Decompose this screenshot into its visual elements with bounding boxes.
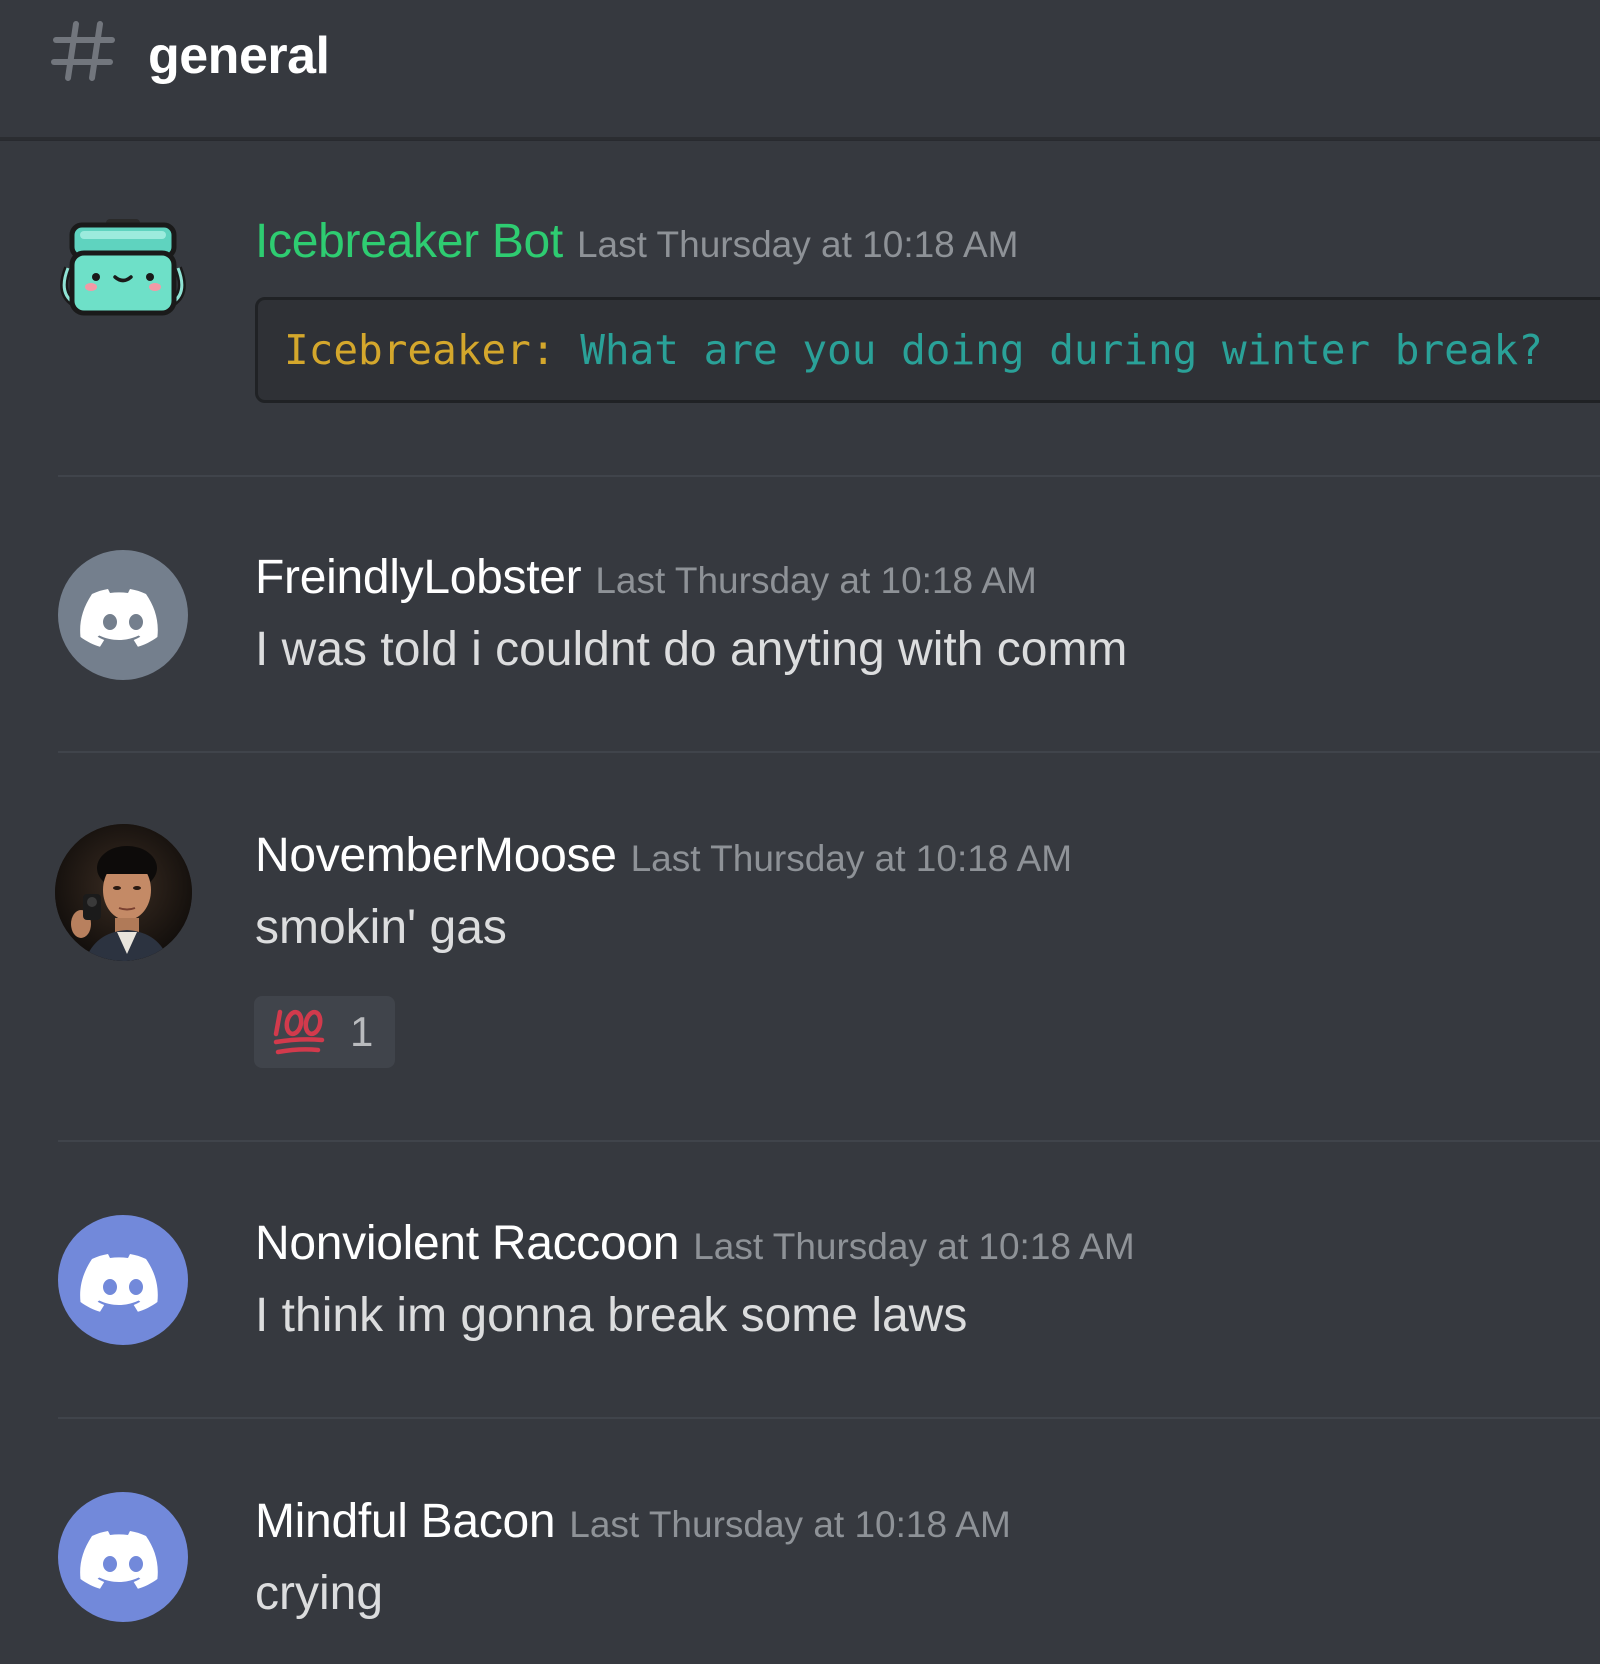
discord-logo-icon	[80, 1254, 158, 1312]
message-divider	[58, 1140, 1600, 1142]
username[interactable]: Mindful Bacon	[255, 1495, 556, 1548]
hash-icon	[51, 21, 115, 81]
message-content: I was told i couldnt do anyting with com…	[255, 623, 1128, 676]
message-divider	[58, 1417, 1600, 1419]
username[interactable]: NovemberMoose	[255, 829, 617, 882]
username[interactable]: Icebreaker Bot	[255, 215, 563, 268]
avatar[interactable]	[58, 213, 188, 343]
message-divider	[58, 751, 1600, 753]
discord-logo-icon	[80, 589, 158, 647]
message-header: Icebreaker Bot Last Thursday at 10:18 AM	[255, 214, 1019, 273]
chat-view: general Icebreaker Bot Last Thursday at …	[0, 0, 1600, 1664]
timestamp[interactable]: Last Thursday at 10:18 AM	[569, 1504, 1011, 1545]
reaction-count: 1	[350, 1008, 374, 1055]
timestamp[interactable]: Last Thursday at 10:18 AM	[577, 224, 1019, 265]
code-key: Icebreaker:	[284, 326, 556, 374]
message-content: I think im gonna break some laws	[255, 1289, 968, 1342]
message-header: NovemberMoose Last Thursday at 10:18 AM	[255, 828, 1072, 887]
reaction-button[interactable]: 1	[254, 996, 395, 1068]
message-header: FreindlyLobster Last Thursday at 10:18 AM	[255, 550, 1037, 609]
message-divider	[58, 475, 1600, 477]
channel-name: general	[148, 27, 330, 85]
avatar[interactable]	[58, 1215, 188, 1345]
avatar[interactable]	[55, 824, 192, 961]
discord-logo-icon	[80, 1531, 158, 1589]
timestamp[interactable]: Last Thursday at 10:18 AM	[631, 838, 1073, 879]
message-header: Nonviolent Raccoon Last Thursday at 10:18…	[255, 1216, 1135, 1275]
avatar[interactable]	[58, 1492, 188, 1622]
message-header: Mindful Bacon Last Thursday at 10:18 AM	[255, 1494, 1011, 1553]
channel-header: general	[0, 0, 1600, 140]
avatar[interactable]	[58, 550, 188, 680]
message-content: crying	[255, 1567, 384, 1620]
code-value: What are you doing during winter break?	[580, 326, 1543, 374]
username[interactable]: FreindlyLobster	[255, 551, 582, 604]
timestamp[interactable]: Last Thursday at 10:18 AM	[693, 1226, 1135, 1267]
username[interactable]: Nonviolent Raccoon	[255, 1217, 679, 1270]
icebreaker-cooler-avatar-icon	[60, 219, 186, 316]
hundred-points-icon	[273, 1009, 325, 1055]
message-content: smokin' gas	[255, 901, 507, 954]
timestamp[interactable]: Last Thursday at 10:18 AM	[595, 560, 1037, 601]
code-block: Icebreaker: What are you doing during wi…	[255, 297, 1600, 403]
user-photo-avatar-icon	[55, 824, 192, 961]
